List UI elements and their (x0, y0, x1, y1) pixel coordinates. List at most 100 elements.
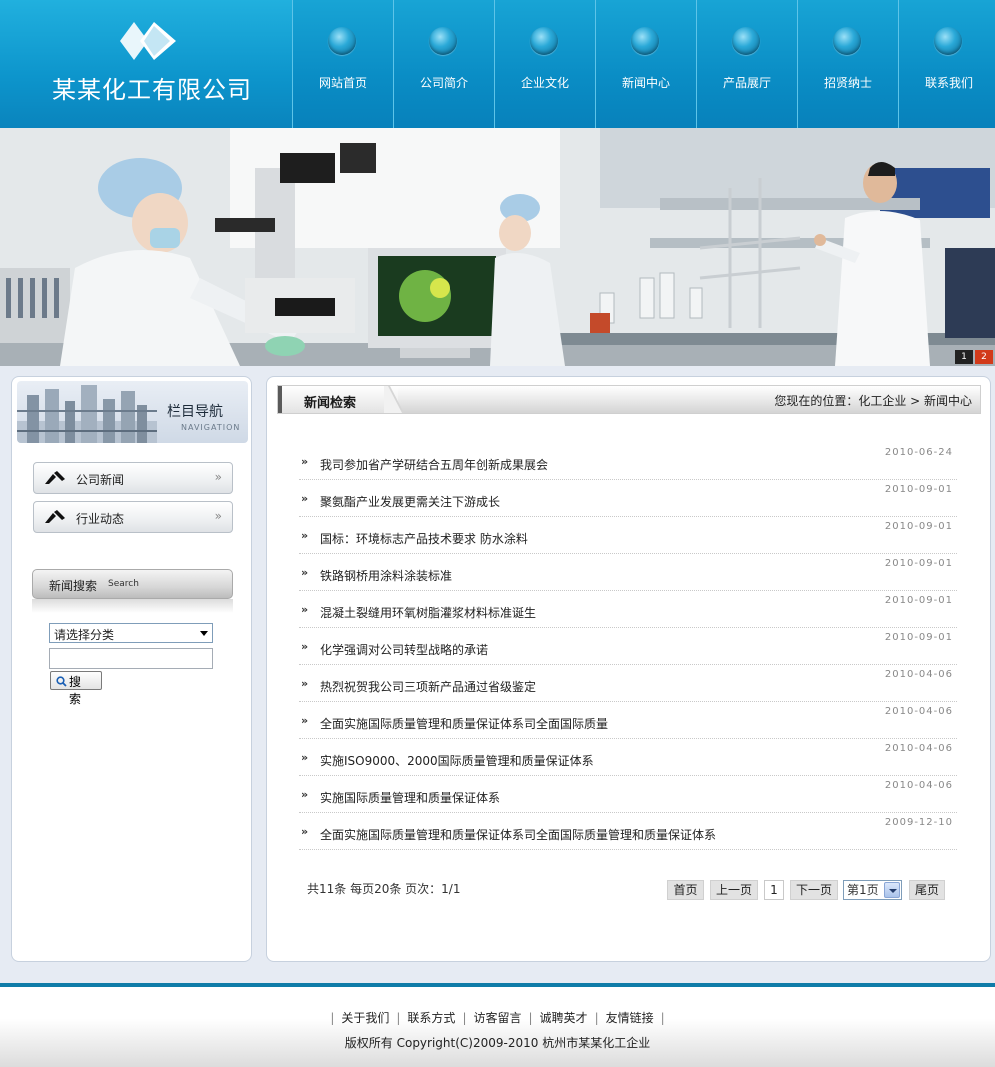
list-item[interactable]: » 国标：环境标志产品技术要求 防水涂料 2010-09-01 (299, 517, 957, 554)
pen-icon (45, 471, 65, 484)
search-button-label: 搜 索 (69, 675, 84, 706)
news-date: 2010-04-06 (884, 669, 953, 680)
sidebar-title: 栏目导航 (167, 404, 223, 420)
tab-edge-shape (384, 386, 404, 413)
copyright: 版权所有 Copyright(C)2009-2010 杭州市某某化工企业 (344, 1036, 651, 1050)
list-item[interactable]: » 化学强调对公司转型战略的承诺 2010-09-01 (299, 628, 957, 665)
pen-icon (45, 510, 65, 523)
double-chevron-icon: » (301, 640, 308, 653)
news-title[interactable]: 聚氨酯产业发展更需关注下游成长 (320, 493, 500, 510)
news-title[interactable]: 全面实施国际质量管理和质量保证体系司全面国际质量 (320, 715, 608, 732)
double-chevron-icon: » (301, 788, 308, 801)
double-chevron-icon: » (301, 455, 308, 468)
nav-item-home[interactable]: 网站首页 (292, 0, 393, 128)
nav-item-about[interactable]: 公司简介 (393, 0, 494, 128)
news-title[interactable]: 混凝土裂缝用环氧树脂灌浆材料标准诞生 (320, 604, 536, 621)
news-date: 2010-06-24 (884, 447, 953, 458)
news-date: 2010-09-01 (884, 632, 953, 643)
news-title[interactable]: 国标：环境标志产品技术要求 防水涂料 (320, 530, 528, 547)
nav-item-news[interactable]: 新闻中心 (595, 0, 696, 128)
double-chevron-icon: » (301, 529, 308, 542)
category-select-value: 请选择分类 (54, 628, 115, 642)
nav-ball-icon (631, 27, 659, 55)
laboratory-photo (0, 128, 995, 366)
company-name: 某某化工有限公司 (52, 76, 252, 104)
section-header-bar (278, 386, 282, 413)
sidebar-subtitle: NAVIGATION (181, 423, 241, 432)
footer-separator: | (396, 1011, 401, 1025)
prev-page-button[interactable]: 上一页 (710, 880, 758, 900)
news-search-header: 新闻搜索 Search (32, 569, 233, 599)
nav-label: 招贤纳士 (823, 76, 872, 90)
banner-dot-1[interactable]: 1 (955, 350, 973, 364)
keyword-input[interactable] (49, 648, 213, 669)
footer-separator: | (594, 1011, 599, 1025)
page-number-current[interactable]: 1 (764, 880, 784, 900)
footer-link-guestbook[interactable]: 访客留言 (473, 1011, 521, 1025)
double-chevron-icon: » (301, 566, 308, 579)
nav-item-jobs[interactable]: 招贤纳士 (797, 0, 898, 128)
news-title[interactable]: 实施国际质量管理和质量保证体系 (320, 789, 500, 806)
banner-dot-2[interactable]: 2 (975, 350, 993, 364)
news-date: 2010-04-06 (884, 780, 953, 791)
first-page-button[interactable]: 首页 (667, 880, 704, 900)
banner-pager: 1 2 (955, 350, 993, 364)
nav-ball-icon (530, 27, 558, 55)
news-title[interactable]: 全面实施国际质量管理和质量保证体系司全面国际质量管理和质量保证体系 (320, 826, 716, 843)
breadcrumb[interactable]: 您现在的位置：化工企业 > 新闻中心 (774, 392, 972, 409)
footer-link-about[interactable]: 关于我们 (341, 1011, 389, 1025)
news-title[interactable]: 化学强调对公司转型战略的承诺 (320, 641, 488, 658)
list-item[interactable]: » 铁路钢桥用涂料涂装标准 2010-09-01 (299, 554, 957, 591)
news-title[interactable]: 实施ISO9000、2000国际质量管理和质量保证体系 (320, 752, 594, 769)
category-select[interactable]: 请选择分类 (49, 623, 213, 643)
nav-item-products[interactable]: 产品展厅 (696, 0, 797, 128)
list-item[interactable]: » 混凝土裂缝用环氧树脂灌浆材料标准诞生 2010-09-01 (299, 591, 957, 628)
footer-separator: | (330, 1011, 335, 1025)
logo-area[interactable]: 某某化工有限公司 (0, 0, 292, 128)
nav-ball-icon (833, 27, 861, 55)
double-chevron-icon: » (301, 492, 308, 505)
list-item[interactable]: » 热烈祝贺我公司三项新产品通过省级鉴定 2010-04-06 (299, 665, 957, 702)
page-select[interactable]: 第1页 (843, 880, 902, 900)
last-page-button[interactable]: 尾页 (909, 880, 945, 900)
news-search-title-en: Search (108, 579, 139, 589)
page-select-value: 第1页 (847, 883, 879, 897)
footer-link-contact[interactable]: 联系方式 (407, 1011, 455, 1025)
list-item[interactable]: » 实施国际质量管理和质量保证体系 2010-04-06 (299, 776, 957, 813)
page-title: 新闻检索 (304, 396, 357, 411)
list-item[interactable]: » 实施ISO9000、2000国际质量管理和质量保证体系 2010-04-06 (299, 739, 957, 776)
double-chevron-icon: » (301, 714, 308, 727)
hero-banner: 1 2 (0, 128, 995, 366)
nav-ball-icon (732, 27, 760, 55)
dropdown-arrow-icon (884, 882, 900, 898)
nav-label: 企业文化 (520, 76, 569, 90)
nav-label: 网站首页 (318, 76, 367, 90)
nav-ball-icon (934, 27, 962, 55)
search-button[interactable]: 搜 索 (50, 671, 102, 706)
list-item[interactable]: » 全面实施国际质量管理和质量保证体系司全面国际质量管理和质量保证体系 2009-1… (299, 813, 957, 850)
news-title[interactable]: 热烈祝贺我公司三项新产品通过省级鉴定 (320, 678, 536, 695)
sidebar-item-label: 行业动态 (76, 512, 125, 526)
main-content: 新闻检索 您现在的位置：化工企业 > 新闻中心 » 我司参加省产学研结合五周年创新… (266, 376, 991, 962)
next-page-button[interactable]: 下一页 (790, 880, 838, 900)
sidebar-item-company-news[interactable]: 公司新闻 » (33, 462, 233, 494)
list-item[interactable]: » 我司参加省产学研结合五周年创新成果展会 2010-06-24 (299, 443, 957, 480)
nav-item-culture[interactable]: 企业文化 (494, 0, 595, 128)
news-title[interactable]: 我司参加省产学研结合五周年创新成果展会 (320, 456, 548, 473)
magnifier-icon (56, 676, 67, 687)
footer-separator: | (462, 1011, 467, 1025)
list-item[interactable]: » 聚氨酯产业发展更需关注下游成长 2010-09-01 (299, 480, 957, 517)
news-title[interactable]: 铁路钢桥用涂料涂装标准 (320, 567, 452, 584)
double-chevron-icon: » (301, 677, 308, 690)
search-header-shadow (32, 599, 233, 613)
footer-link-friends[interactable]: 友情链接 (606, 1011, 654, 1025)
nav-item-contact[interactable]: 联系我们 (898, 0, 995, 128)
footer-link-jobs[interactable]: 诚聘英才 (540, 1011, 588, 1025)
site-header: 某某化工有限公司 网站首页 公司简介 企业文化 新闻中心 产品展厅 招贤纳士 联… (0, 0, 995, 128)
list-item[interactable]: » 全面实施国际质量管理和质量保证体系司全面国际质量 2010-04-06 (299, 702, 957, 739)
sidebar-item-industry-news[interactable]: 行业动态 » (33, 501, 233, 533)
double-chevron-icon: » (301, 603, 308, 616)
news-search-title: 新闻搜索 (49, 579, 98, 593)
double-chevron-icon: » (214, 470, 222, 484)
news-date: 2010-09-01 (884, 558, 953, 569)
